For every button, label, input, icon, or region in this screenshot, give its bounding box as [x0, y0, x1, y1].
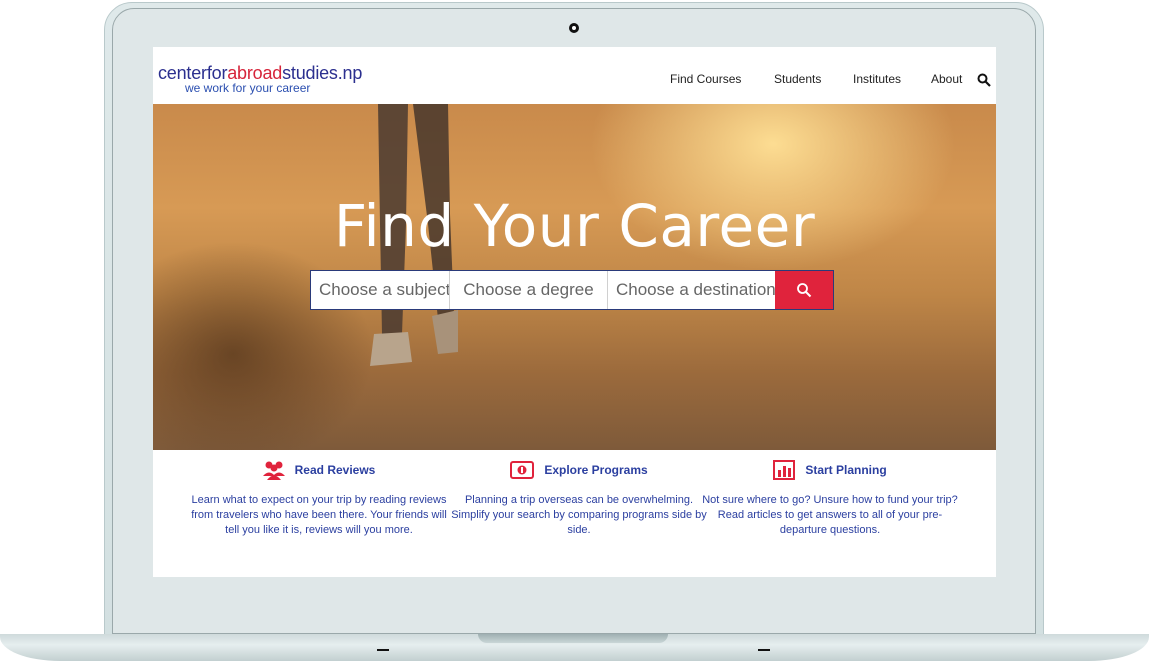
- site-logo[interactable]: centerforabroadstudies.np we work for yo…: [158, 64, 362, 95]
- logo-tagline: we work for your career: [185, 81, 311, 95]
- feature-description: Not sure where to go? Unsure how to fund…: [702, 494, 958, 536]
- site-header: centerforabroadstudies.np we work for yo…: [153, 47, 996, 104]
- logo-part-1: centerfor: [158, 63, 228, 83]
- hero-title: Find Your Career: [333, 192, 816, 260]
- nav-institutes[interactable]: Institutes: [853, 72, 901, 86]
- subject-select[interactable]: Choose a subject: [311, 271, 450, 309]
- feature-explore-programs: Explore Programs Planning a trip oversea…: [449, 459, 709, 538]
- feature-title[interactable]: Read Reviews: [295, 463, 376, 477]
- feature-header: Start Planning: [700, 459, 960, 481]
- nav-about[interactable]: About: [931, 72, 962, 86]
- logo-part-2: abroad: [227, 63, 283, 83]
- feature-title[interactable]: Explore Programs: [544, 463, 647, 477]
- logo-wordmark: centerforabroadstudies.np: [158, 64, 362, 82]
- feature-start-planning: Start Planning Not sure where to go? Uns…: [700, 459, 960, 538]
- laptop-notch: [478, 634, 668, 643]
- feature-description: Planning a trip overseas can be overwhel…: [451, 494, 707, 536]
- nav-students[interactable]: Students: [774, 72, 821, 86]
- nav-find-courses[interactable]: Find Courses: [670, 72, 741, 86]
- course-search-bar: Choose a subject Choose a degree Choose …: [310, 270, 834, 310]
- search-button[interactable]: [775, 271, 833, 309]
- degree-select[interactable]: Choose a degree: [450, 271, 608, 309]
- camera-icon: [569, 23, 579, 33]
- website-screen: centerforabroadstudies.np we work for yo…: [153, 47, 996, 577]
- feature-header: Read Reviews: [189, 459, 449, 481]
- destination-select[interactable]: Choose a destination: [608, 271, 775, 309]
- search-icon: [797, 283, 812, 298]
- search-icon[interactable]: [977, 73, 991, 87]
- people-icon: [262, 461, 285, 480]
- hero-banner: Find Your Career Choose a subject Choose…: [153, 104, 996, 450]
- laptop-foot-left: [377, 649, 389, 651]
- logo-part-3: studies.np: [282, 63, 363, 83]
- feature-description: Learn what to expect on your trip by rea…: [191, 494, 447, 536]
- feature-read-reviews: Read Reviews Learn what to expect on you…: [189, 459, 449, 538]
- feature-header: Explore Programs: [449, 459, 709, 481]
- feature-title[interactable]: Start Planning: [805, 463, 886, 477]
- laptop-foot-right: [758, 649, 770, 651]
- money-icon: [510, 461, 535, 479]
- bar-chart-icon: [773, 460, 796, 480]
